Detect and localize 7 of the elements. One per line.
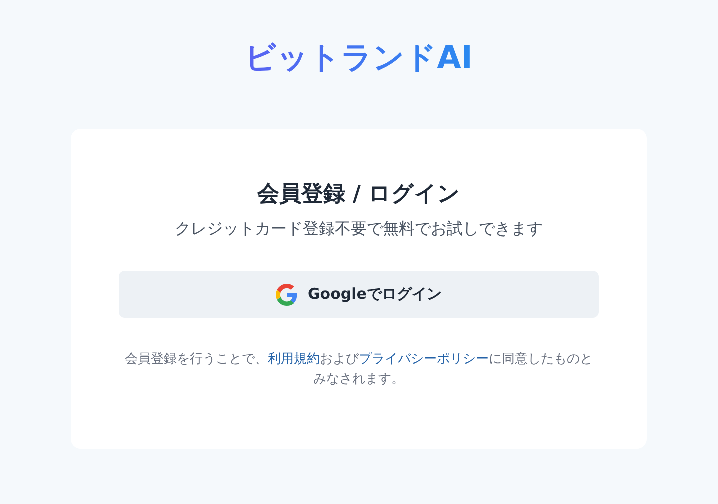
terms-notice: 会員登録を行うことで、利用規約およびプライバシーポリシーに同意したものとみなされます。: [124, 351, 594, 389]
google-login-button[interactable]: Googleでログイン: [119, 271, 599, 318]
terms-link[interactable]: プライバシーポリシー: [359, 352, 489, 367]
terms-link[interactable]: 利用規約: [268, 352, 320, 367]
card-title: 会員登録 / ログイン: [257, 181, 461, 209]
card-subtitle: クレジットカード登録不要で無料でお試しできます: [175, 218, 543, 240]
google-icon: [276, 284, 298, 306]
